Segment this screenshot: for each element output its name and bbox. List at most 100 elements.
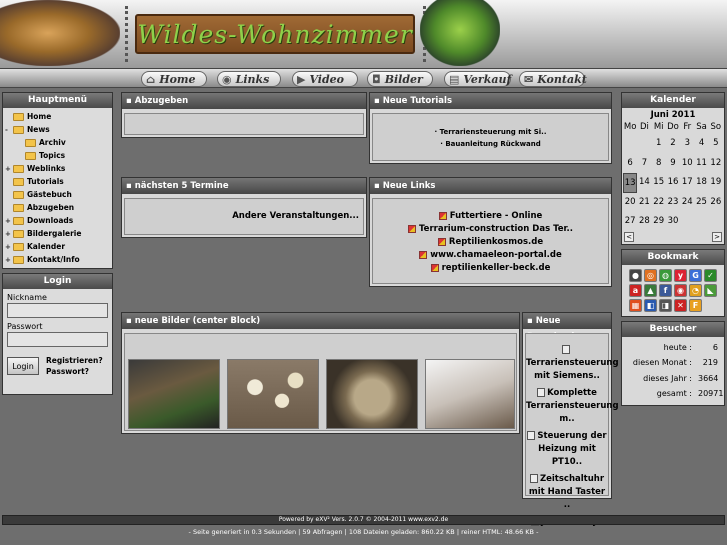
calendar-day[interactable]: 9 [666, 154, 680, 174]
calendar-day[interactable]: 11 [694, 154, 708, 174]
nav-verkauf-button[interactable]: ▤ Verkauf [444, 71, 511, 87]
nav-links-button[interactable]: ◉ Links [217, 71, 281, 87]
bookmark-icon-7[interactable]: a [629, 283, 642, 297]
tree-toggle-icon[interactable]: + [5, 165, 13, 173]
bookmark-icon-8[interactable]: ▲ [644, 283, 657, 297]
nickname-input[interactable] [7, 303, 108, 318]
calendar-day[interactable]: 2 [666, 134, 680, 154]
calendar-day[interactable]: 1 [652, 134, 666, 154]
bookmark-icon-17[interactable]: F [689, 298, 702, 312]
calendar-day[interactable]: 13 [623, 173, 638, 193]
calendar-grid: Mo Di Mi Do Fr Sa So 1 2 3 4 5 6 7 8 9 10 11 12 13 14 15 16 17 1… [622, 120, 724, 232]
bookmark-icon-15[interactable]: ◨ [659, 298, 672, 312]
login-button[interactable]: Login [7, 357, 39, 375]
calendar-day[interactable]: 15 [652, 173, 666, 193]
nav-video-button[interactable]: ▶ Video [292, 71, 358, 87]
bookmark-icon-11[interactable]: ◔ [689, 283, 702, 297]
calendar-day[interactable]: 21 [637, 193, 651, 213]
password-input[interactable] [7, 332, 108, 347]
gallery-image-4[interactable] [425, 359, 515, 429]
link-item[interactable]: Reptilienkosmos.de [373, 235, 608, 248]
termine-link[interactable]: Andere Veranstaltungen... [232, 211, 359, 221]
calendar-day[interactable]: 4 [694, 134, 708, 154]
gallery-image-2[interactable] [227, 359, 319, 429]
chevron-left-icon[interactable]: < [624, 231, 634, 242]
site-logo[interactable]: Wildes-Wohnzimmer [135, 14, 415, 54]
menu-item-bildergalerie[interactable]: + Bildergalerie [5, 227, 110, 240]
tutorial-link[interactable]: · Bauanleitung Rückwand [373, 140, 608, 148]
bookmark-icon-12[interactable]: ◣ [704, 283, 717, 297]
calendar-day[interactable]: 24 [680, 193, 694, 213]
calendar-day[interactable]: 6 [623, 154, 637, 174]
menu-item-abzugeben[interactable]: Abzugeben [5, 201, 110, 214]
menu-item-g-stebuch[interactable]: Gästebuch [5, 188, 110, 201]
nav-bilder-button[interactable]: ◘ Bilder [367, 71, 433, 87]
calendar-day[interactable]: 8 [652, 154, 666, 174]
link-item[interactable]: www.chamaeleon-portal.de [373, 248, 608, 261]
calendar-day[interactable]: 3 [680, 134, 694, 154]
bookmark-icon-1[interactable]: ● [629, 268, 642, 282]
delicious-icon[interactable]: ◧ [644, 298, 657, 312]
calendar-day[interactable]: 19 [709, 173, 723, 193]
facebook-icon[interactable]: f [659, 283, 672, 297]
menu-item-label: Weblinks [27, 164, 66, 173]
bookmark-icon-2[interactable]: ◎ [644, 268, 657, 282]
calendar-day[interactable]: 14 [637, 173, 651, 193]
calendar-month: Juni 2011 [650, 110, 696, 120]
gallery-image-1[interactable] [128, 359, 220, 429]
tree-toggle-icon[interactable]: + [5, 217, 13, 225]
calendar-day[interactable]: 10 [680, 154, 694, 174]
calendar-day[interactable]: 25 [694, 193, 708, 213]
bookmark-icon-4[interactable]: y [674, 268, 687, 282]
menu-item-home[interactable]: Home [5, 110, 110, 123]
calendar-day[interactable]: 12 [709, 154, 723, 174]
calendar-day[interactable]: 18 [694, 173, 708, 193]
calendar-day[interactable]: 20 [623, 193, 637, 213]
download-item[interactable]: Zeitschaltuhr mit Hand Taster .. [526, 473, 608, 512]
download-item[interactable]: Steuerung der Heizung mit PT10.. [526, 430, 608, 469]
calendar-day[interactable]: 26 [709, 193, 723, 213]
tree-toggle-icon[interactable]: + [5, 256, 13, 264]
menu-item-news[interactable]: - News [5, 123, 110, 136]
download-item[interactable]: Terrariensteuerung mit Siemens.. [526, 344, 619, 383]
link-item[interactable]: Futtertiere - Online [373, 209, 608, 222]
calendar-day[interactable]: 17 [680, 173, 694, 193]
menu-item-tutorials[interactable]: Tutorials [5, 175, 110, 188]
gallery-image-3[interactable] [326, 359, 418, 429]
google-icon[interactable]: G [689, 268, 702, 282]
tree-toggle-icon[interactable]: + [5, 230, 13, 238]
menu-item-archiv[interactable]: Archiv [5, 136, 110, 149]
calendar-day[interactable]: 5 [709, 134, 723, 154]
bookmark-icon-10[interactable]: ◉ [674, 283, 687, 297]
tree-toggle-icon[interactable]: - [5, 126, 13, 134]
calendar-day[interactable]: 30 [666, 212, 680, 232]
calendar-day[interactable]: 29 [652, 212, 666, 232]
menu-item-downloads[interactable]: + Downloads [5, 214, 110, 227]
calendar-day[interactable]: 23 [666, 193, 680, 213]
tree-toggle-icon[interactable]: + [5, 243, 13, 251]
download-item[interactable]: Komplette Terrariensteuerung m.. [526, 387, 619, 426]
calendar-day[interactable]: 16 [666, 173, 680, 193]
windows-icon[interactable]: ▦ [629, 298, 642, 312]
menu-item-kontakt-info[interactable]: + Kontakt/Info [5, 253, 110, 266]
menu-item-label: Topics [39, 151, 66, 160]
calendar-day[interactable]: 7 [637, 154, 651, 174]
forgot-password-link[interactable]: Passwort? [46, 366, 103, 377]
menu-item-kalender[interactable]: + Kalender [5, 240, 110, 253]
calendar-day[interactable]: 27 [623, 212, 637, 232]
nav-kontakt-button[interactable]: ✉ Kontakt [519, 71, 587, 87]
register-link[interactable]: Registrieren? [46, 355, 103, 366]
menu-item-weblinks[interactable]: + Weblinks [5, 162, 110, 175]
tutorial-link[interactable]: · Terrariensteuerung mit Si.. [373, 128, 608, 136]
tutorials-body: · Terrariensteuerung mit Si.. · Bauanlei… [372, 113, 609, 161]
nav-home-button[interactable]: ⌂ Home [141, 71, 207, 87]
bookmark-icon-16[interactable]: ✕ [674, 298, 687, 312]
menu-item-topics[interactable]: Topics [5, 149, 110, 162]
calendar-day[interactable]: 22 [652, 193, 666, 213]
calendar-day[interactable]: 28 [637, 212, 651, 232]
bookmark-icon-3[interactable]: ◍ [659, 268, 672, 282]
link-item[interactable]: Terrarium-construction Das Ter.. [373, 222, 608, 235]
chevron-right-icon[interactable]: > [712, 231, 722, 242]
link-item[interactable]: reptilienkeller-beck.de [373, 261, 608, 274]
check-icon[interactable]: ✓ [704, 268, 717, 282]
